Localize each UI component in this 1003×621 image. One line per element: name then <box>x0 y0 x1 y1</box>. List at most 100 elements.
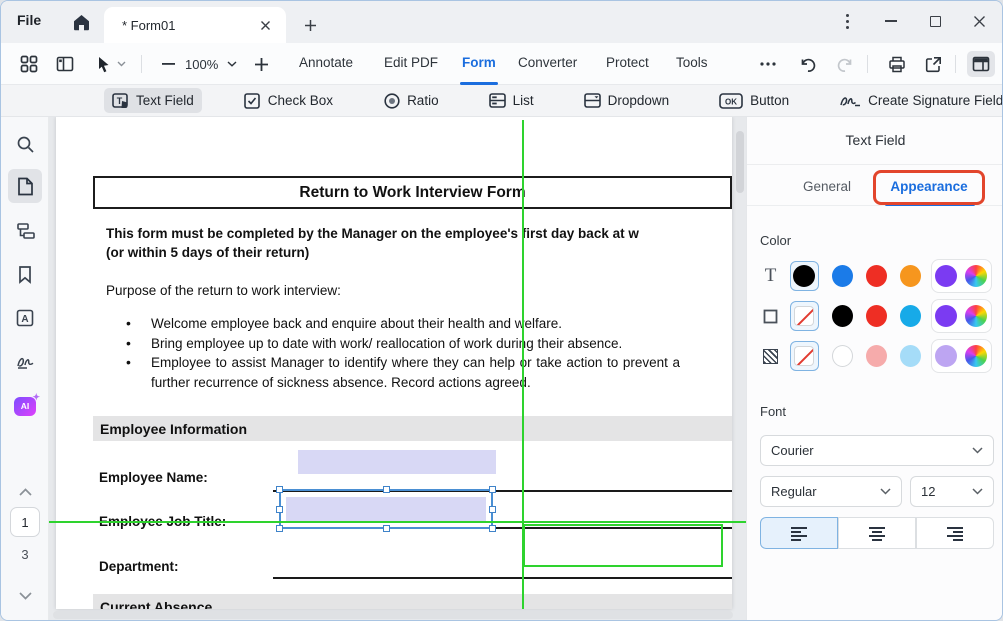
swatch-pink[interactable] <box>866 345 887 367</box>
font-style-select[interactable]: Regular <box>760 476 902 507</box>
selected-text-field-widget[interactable] <box>279 489 493 529</box>
more-menus-icon[interactable] <box>754 51 782 77</box>
border-color-type-icon <box>760 309 781 324</box>
resize-handle-ne[interactable] <box>489 486 496 493</box>
resize-handle-sw[interactable] <box>276 525 283 532</box>
menu-annotate[interactable]: Annotate <box>299 55 353 70</box>
page-down-icon[interactable] <box>8 579 42 613</box>
select-tool-dropdown-icon[interactable] <box>113 51 129 77</box>
align-right-button[interactable] <box>916 517 994 549</box>
zoom-level[interactable]: 100% <box>185 57 218 72</box>
close-button[interactable] <box>964 7 994 35</box>
swatch-red[interactable] <box>866 305 887 327</box>
tool-check-box[interactable]: Check Box <box>236 88 341 113</box>
menu-form[interactable]: Form <box>462 55 496 70</box>
border-color-selected[interactable] <box>790 301 819 331</box>
resize-handle-s[interactable] <box>383 525 390 532</box>
annotation-stamp-icon[interactable]: A <box>8 301 42 335</box>
swatch-black[interactable] <box>793 265 815 287</box>
swatch-blue[interactable] <box>832 265 853 287</box>
selected-field-fill <box>286 497 486 523</box>
no-color-icon[interactable] <box>794 306 814 326</box>
custom-color-group <box>931 339 992 373</box>
swatch-purple[interactable] <box>935 265 957 287</box>
zoom-out-button[interactable] <box>154 51 182 77</box>
swatch-white[interactable] <box>832 345 853 367</box>
menu-protect[interactable]: Protect <box>606 55 649 70</box>
file-menu[interactable]: File <box>17 12 41 28</box>
no-color-icon[interactable] <box>794 346 814 366</box>
redo-icon[interactable] <box>830 51 858 77</box>
zoom-in-button[interactable] <box>247 51 275 77</box>
tool-button[interactable]: OK Button <box>711 88 797 113</box>
appearance-highlight-callout <box>873 170 985 205</box>
text-field-icon: T <box>112 92 129 109</box>
vertical-scrollbar-thumb[interactable] <box>736 131 744 193</box>
export-icon[interactable] <box>919 51 947 77</box>
resize-handle-nw[interactable] <box>276 486 283 493</box>
color-picker-icon[interactable] <box>965 265 987 287</box>
fill-color-selected[interactable] <box>790 341 819 371</box>
check-box-icon <box>244 92 261 109</box>
zoom-dropdown-icon[interactable] <box>223 51 241 77</box>
ai-assistant-icon[interactable]: AI✦ <box>8 389 42 423</box>
outline-icon[interactable] <box>8 214 42 248</box>
resize-handle-n[interactable] <box>383 486 390 493</box>
section-header-current-absence: Current Absence <box>93 594 732 609</box>
properties-panel-toggle-icon[interactable] <box>967 51 995 77</box>
color-picker-icon[interactable] <box>965 305 987 327</box>
tool-list[interactable]: List <box>481 88 542 113</box>
grid-view-icon[interactable] <box>15 51 43 77</box>
maximize-button[interactable] <box>920 7 950 35</box>
text-color-selected[interactable] <box>790 261 819 291</box>
bookmark-icon[interactable] <box>8 257 42 291</box>
undo-icon[interactable] <box>794 51 822 77</box>
menu-edit-pdf[interactable]: Edit PDF <box>384 55 438 70</box>
font-size-value: 12 <box>921 484 972 499</box>
menu-converter[interactable]: Converter <box>518 55 577 70</box>
tool-dropdown[interactable]: Dropdown <box>576 88 678 113</box>
font-size-select[interactable]: 12 <box>910 476 994 507</box>
titlebar: File * Form01 <box>1 1 1002 43</box>
align-left-button[interactable] <box>760 517 838 549</box>
document-viewport[interactable]: Return to Work Interview Form This form … <box>49 117 746 621</box>
swatch-light-blue[interactable] <box>900 345 921 367</box>
color-group-label: Color <box>760 233 791 248</box>
menu-tools[interactable]: Tools <box>676 55 708 70</box>
align-center-button[interactable] <box>838 517 916 549</box>
swatch-orange[interactable] <box>900 265 921 287</box>
current-page-input[interactable]: 1 <box>10 507 40 537</box>
document-tab[interactable]: * Form01 <box>104 7 286 43</box>
list-box-icon <box>489 92 506 109</box>
tab-general[interactable]: General <box>777 179 877 194</box>
new-tab-button[interactable] <box>299 14 321 36</box>
minimize-button[interactable] <box>876 7 906 35</box>
search-icon[interactable] <box>8 127 42 161</box>
print-icon[interactable] <box>883 51 911 77</box>
tool-ratio[interactable]: Ratio <box>375 88 447 113</box>
swatch-cyan[interactable] <box>900 305 921 327</box>
swatch-light-purple[interactable] <box>935 345 957 367</box>
total-pages: 3 <box>1 547 49 562</box>
signature-icon[interactable] <box>8 345 42 379</box>
home-button[interactable] <box>67 9 95 35</box>
swatch-black[interactable] <box>832 305 853 327</box>
color-picker-icon[interactable] <box>965 345 987 367</box>
resize-handle-se[interactable] <box>489 525 496 532</box>
titlebar-menu-icon[interactable] <box>832 7 862 35</box>
tool-create-signature-field[interactable]: Create Signature Field <box>831 88 1003 113</box>
window-controls <box>832 7 994 35</box>
tab-close-icon[interactable] <box>254 14 276 36</box>
tool-text-field[interactable]: T Text Field <box>104 88 202 113</box>
panel-layout-icon[interactable] <box>51 51 79 77</box>
page-thumbnails-icon[interactable] <box>8 169 42 203</box>
page-up-icon[interactable] <box>8 475 42 509</box>
font-family-select[interactable]: Courier <box>760 435 994 466</box>
text-field-widget-employee-name[interactable] <box>298 450 496 474</box>
swatch-red[interactable] <box>866 265 887 287</box>
resize-handle-w[interactable] <box>276 506 283 513</box>
swatch-purple[interactable] <box>935 305 957 327</box>
tool-label: Button <box>750 93 789 108</box>
horizontal-scrollbar-thumb[interactable] <box>53 611 733 619</box>
resize-handle-e[interactable] <box>489 506 496 513</box>
